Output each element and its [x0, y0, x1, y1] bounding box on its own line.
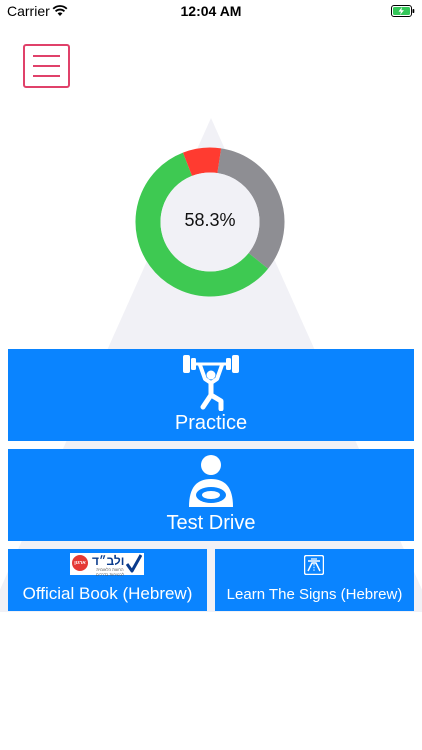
status-bar: Carrier 12:04 AM [0, 0, 422, 24]
checkmark-icon [126, 554, 142, 573]
weightlifter-icon [183, 355, 239, 411]
progress-percent: 58.3% [184, 210, 236, 230]
highway-sign-icon [304, 555, 324, 575]
driver-steering-wheel-icon [189, 455, 233, 507]
menu-button[interactable] [23, 44, 70, 88]
learn-signs-button[interactable]: Learn The Signs (Hebrew) [215, 549, 414, 611]
hamburger-icon [33, 75, 60, 77]
practice-button[interactable]: Practice [8, 349, 414, 441]
donut-segment-wrong [182, 147, 222, 177]
learn-signs-label: Learn The Signs (Hebrew) [226, 586, 403, 603]
logo-subtitle: הרשות הלאומית לבטיחות בדרכים [96, 567, 124, 577]
official-book-button[interactable]: ארגון ולב״ד הרשות הלאומית לבטיחות בדרכים… [8, 549, 207, 611]
hamburger-icon [33, 65, 60, 67]
practice-label: Practice [174, 412, 248, 434]
test-drive-label: Test Drive [166, 512, 256, 534]
official-book-label: Official Book (Hebrew) [22, 584, 193, 603]
official-book-logo: ארגון ולב״ד הרשות הלאומית לבטיחות בדרכים [70, 553, 144, 577]
logo-seal: ארגון [72, 555, 88, 571]
hamburger-icon [33, 55, 60, 57]
logo-wordmark: ולב״ד [92, 554, 125, 568]
battery-charging-icon [391, 5, 415, 17]
test-drive-button[interactable]: Test Drive [8, 449, 414, 541]
clock: 12:04 AM [180, 3, 242, 19]
